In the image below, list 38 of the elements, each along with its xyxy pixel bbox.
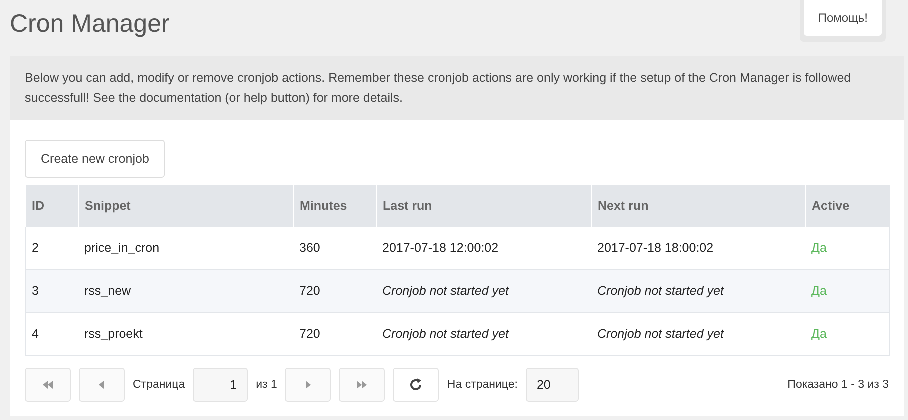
column-header: Last run: [376, 186, 592, 226]
refresh-icon: [409, 378, 424, 392]
table-cell: price_in_cron: [78, 226, 294, 270]
table-cell: 720: [294, 270, 376, 312]
table-cell: 3: [26, 270, 78, 312]
table-cell: Да: [806, 270, 890, 312]
page-label: Страница: [133, 379, 186, 391]
create-button[interactable]: Create new cronjob: [25, 140, 166, 178]
per-page-label: На странице:: [447, 379, 518, 391]
table-cell: Да: [806, 312, 890, 356]
column-header: Active: [806, 186, 890, 226]
table-cell: rss_new: [78, 270, 294, 312]
per-page-input[interactable]: 20: [526, 368, 579, 402]
table-cell: 360: [294, 226, 376, 270]
table-cell: 2017-07-18 12:00:02: [376, 226, 592, 270]
page-count-label: из 1: [256, 379, 278, 391]
column-header: Next run: [592, 186, 806, 226]
table-cell: 4: [26, 312, 78, 356]
double-right-arrow-icon: [356, 379, 368, 391]
refresh-button[interactable]: [393, 368, 440, 402]
column-header: Minutes: [294, 186, 376, 226]
page-input[interactable]: 1: [193, 368, 248, 402]
column-header: ID: [26, 186, 78, 226]
table-cell: Cronjob not started yet: [376, 312, 592, 356]
table-cell: Да: [806, 226, 890, 270]
info-text: Below you can add, modify or remove cronjob actions. Remember these cronjob actions are only working if the setup of the Cron Manager is followed successfull! See the documentation (or help button) for more details.: [10, 56, 904, 120]
help-button[interactable]: Помощь!: [804, 0, 882, 36]
page-title: Cron Manager: [10, 10, 170, 39]
table-cell: Cronjob not started yet: [592, 312, 806, 356]
table-cell: rss_proekt: [78, 312, 294, 356]
table-cell: 2: [26, 226, 78, 270]
table-cell: Cronjob not started yet: [376, 270, 592, 312]
table-cell: Cronjob not started yet: [592, 270, 806, 312]
column-header: Snippet: [78, 186, 294, 226]
table-cell: 720: [294, 312, 376, 356]
pagination-summary: Показано 1 - 3 из 3: [788, 379, 889, 391]
table-cell: 2017-07-18 18:00:02: [592, 226, 806, 270]
double-left-arrow-icon: [42, 379, 54, 391]
